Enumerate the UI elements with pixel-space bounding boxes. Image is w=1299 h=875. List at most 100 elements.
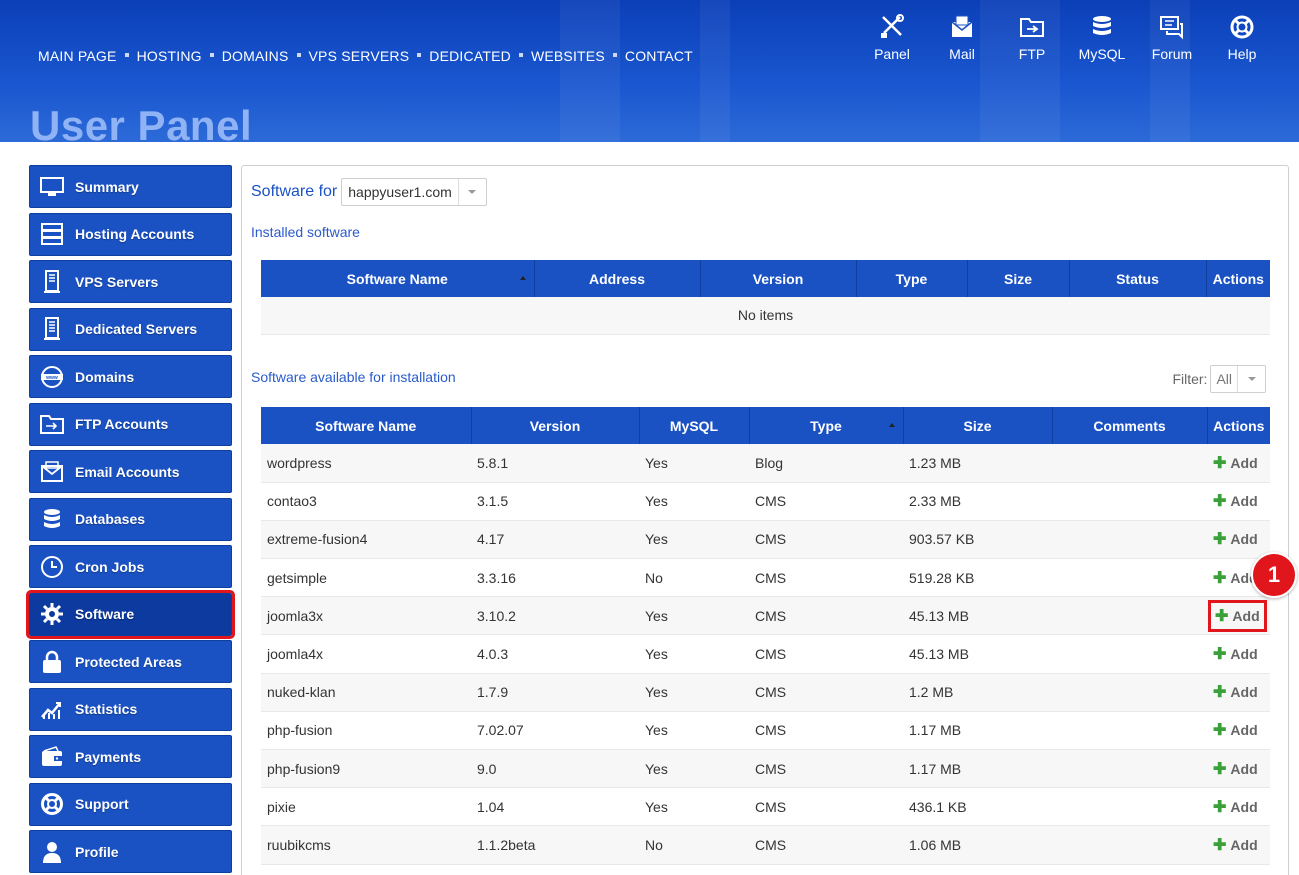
add-button[interactable]: ✚ Add	[1213, 529, 1258, 549]
sidebar-item-summary[interactable]: Summary	[29, 165, 232, 208]
icon-nav-forum[interactable]: Forum	[1137, 14, 1207, 62]
column-header-address[interactable]: Address	[534, 260, 701, 297]
table-row: extreme-fusion4 4.17 Yes CMS 903.57 KB ✚ Add	[261, 520, 1270, 560]
actions-cell: ✚ Add	[1207, 482, 1270, 521]
column-header-size[interactable]: Size	[903, 407, 1053, 444]
column-header-comments[interactable]: Comments	[1052, 407, 1208, 444]
add-label: Add	[1230, 531, 1258, 548]
nav-main-page[interactable]: MAIN PAGE	[38, 48, 117, 64]
nav-websites[interactable]: WEBSITES	[531, 48, 605, 64]
domain-select-value: happyuser1.com	[348, 184, 452, 200]
software-name-cell: joomla4x	[261, 634, 471, 674]
column-header-version[interactable]: Version	[700, 260, 857, 297]
tools-icon	[881, 14, 904, 38]
sidebar-item-domains[interactable]: www Domains	[29, 355, 232, 398]
add-label: Add	[1230, 798, 1258, 815]
type-cell: CMS	[749, 787, 903, 827]
version-cell: 7.02.07	[471, 711, 639, 751]
software-name-cell: ruubikcms	[261, 825, 471, 865]
vps-icon	[40, 269, 64, 294]
sidebar-item-label: Protected Areas	[75, 653, 182, 670]
sidebar-item-label: Support	[75, 796, 129, 812]
available-software-label: Software available for installation	[251, 369, 456, 385]
sidebar-item-payments[interactable]: Payments	[29, 735, 232, 778]
comments-cell	[1052, 787, 1207, 827]
software-name-cell: php-fusion	[261, 711, 471, 751]
sidebar-item-software[interactable]: Software	[26, 589, 235, 639]
column-header-mysql[interactable]: MySQL	[639, 407, 750, 444]
add-button[interactable]: ✚ Add	[1213, 720, 1258, 740]
icon-nav-ftp[interactable]: FTP	[997, 14, 1067, 62]
domain-select[interactable]: happyuser1.com	[341, 178, 487, 206]
monitor-icon	[40, 175, 64, 199]
table-row: joomla3x 3.10.2 Yes CMS 45.13 MB ✚ Add	[261, 596, 1270, 636]
size-cell: 1.17 MB	[903, 711, 1052, 751]
sidebar-item-ftp-accounts[interactable]: FTP Accounts	[29, 402, 232, 446]
table-row: wordpress 5.8.1 Yes Blog 1.23 MB ✚ Add	[261, 444, 1270, 483]
sidebar-item-profile[interactable]: Profile	[29, 830, 232, 873]
add-button[interactable]: ✚ Add	[1213, 835, 1258, 855]
icon-nav-panel[interactable]: Panel	[857, 14, 927, 62]
sidebar-item-statistics[interactable]: Statistics	[29, 687, 232, 731]
column-header-label: Version	[752, 270, 804, 287]
add-label: Add	[1230, 684, 1258, 701]
column-header-software-name[interactable]: Software Name	[261, 260, 535, 297]
sidebar-item-label: FTP Accounts	[75, 416, 169, 432]
sidebar-item-cron-jobs[interactable]: Cron Jobs	[29, 545, 232, 588]
column-header-label: Version	[529, 417, 581, 434]
icon-nav-mail[interactable]: Mail	[927, 14, 997, 62]
icon-nav-help[interactable]: Help	[1207, 14, 1277, 62]
mysql-cell: No	[639, 825, 749, 865]
add-button[interactable]: ✚ Add	[1213, 491, 1258, 511]
sidebar-item-support[interactable]: Support	[29, 782, 232, 826]
sidebar-item-hosting-accounts[interactable]: Hosting Accounts	[29, 212, 232, 256]
nav-domains[interactable]: DOMAINS	[222, 48, 289, 64]
lifebuoy-icon	[40, 792, 64, 816]
nav-dedicated[interactable]: DEDICATED	[429, 48, 511, 64]
filter-select[interactable]: All	[1210, 365, 1266, 393]
column-header-type[interactable]: Type	[749, 407, 904, 444]
sidebar-item-label: Hosting Accounts	[75, 226, 195, 242]
add-button[interactable]: ✚ Add	[1213, 682, 1258, 702]
add-button[interactable]: ✚ Add	[1213, 759, 1258, 779]
comments-cell	[1052, 520, 1207, 560]
version-cell: 4.0.3	[471, 634, 639, 674]
sidebar-item-databases[interactable]: Databases	[29, 497, 232, 541]
column-header-status[interactable]: Status	[1069, 260, 1207, 297]
add-button[interactable]: ✚ Add	[1213, 644, 1258, 664]
add-button[interactable]: ✚ Add	[1213, 453, 1258, 473]
icon-nav-label: Panel	[874, 46, 910, 62]
nav-hosting[interactable]: HOSTING	[137, 48, 202, 64]
column-header-type[interactable]: Type	[856, 260, 968, 297]
sidebar-item-dedicated-servers[interactable]: Dedicated Servers	[29, 307, 232, 351]
add-button-highlighted[interactable]: ✚ Add	[1208, 599, 1267, 632]
version-cell: 1.04	[471, 787, 639, 827]
column-header-software-name[interactable]: Software Name	[261, 407, 472, 444]
sidebar-item-protected-areas[interactable]: Protected Areas	[29, 640, 232, 683]
sort-asc-icon	[888, 423, 895, 427]
sidebar-item-vps-servers[interactable]: VPS Servers	[29, 260, 232, 303]
lock-icon	[40, 650, 64, 674]
actions-cell: ✚ Add	[1207, 520, 1270, 560]
icon-nav-label: FTP	[1018, 46, 1046, 62]
nav-vps-servers[interactable]: VPS SERVERS	[309, 48, 410, 64]
size-cell: 519.28 KB	[903, 558, 1052, 598]
column-header-size[interactable]: Size	[967, 260, 1070, 297]
sidebar-item-label: Statistics	[75, 701, 138, 717]
nav-contact[interactable]: CONTACT	[625, 48, 693, 64]
plus-icon: ✚	[1213, 760, 1227, 778]
column-header-label: Status	[1116, 270, 1159, 287]
table-row: contao3 3.1.5 Yes CMS 2.33 MB ✚ Add	[261, 482, 1270, 521]
icon-nav-label: Mail	[949, 46, 975, 62]
size-cell: 903.57 KB	[903, 520, 1052, 560]
icon-nav-mysql[interactable]: MySQL	[1067, 14, 1137, 62]
column-header-version[interactable]: Version	[471, 407, 640, 444]
add-button[interactable]: ✚ Add	[1213, 797, 1258, 817]
sidebar-item-email-accounts[interactable]: Email Accounts	[29, 450, 232, 493]
column-header-label: MySQL	[669, 417, 719, 434]
nav-separator	[296, 53, 301, 57]
www-icon: www	[40, 365, 64, 389]
software-name-cell: getsimple	[261, 558, 471, 598]
column-header-actions: Actions	[1207, 407, 1270, 444]
icon-nav-label: Forum	[1151, 46, 1193, 62]
